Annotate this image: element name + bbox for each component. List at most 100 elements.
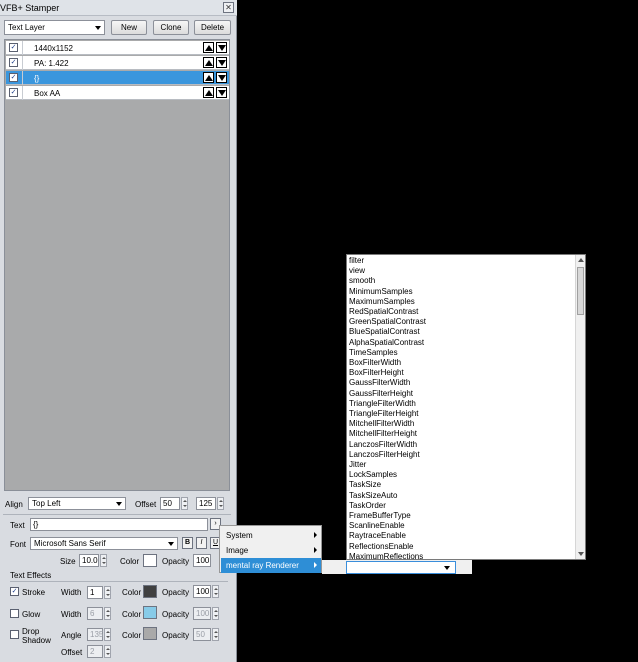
offset-x-input[interactable]: 50 xyxy=(160,497,180,510)
dropdown-item[interactable]: LockSamples xyxy=(349,470,397,479)
glow-color-swatch[interactable] xyxy=(143,606,157,619)
dropdown-item[interactable]: MaximumReflections xyxy=(349,552,423,559)
dropdown-item[interactable]: BoxFilterHeight xyxy=(349,368,404,377)
dropdown-item[interactable]: RaytraceEnable xyxy=(349,531,406,540)
angle-label: Angle xyxy=(61,631,82,640)
size-input[interactable]: 10.0 xyxy=(79,554,99,567)
drop-offset-spinner[interactable] xyxy=(104,645,111,658)
dropdown-item[interactable]: TriangleFilterHeight xyxy=(349,409,419,418)
drop-color-swatch[interactable] xyxy=(143,627,157,640)
stroke-width-spinner[interactable] xyxy=(104,586,111,599)
scroll-thumb[interactable] xyxy=(577,267,584,315)
move-down-button[interactable] xyxy=(216,42,227,53)
dropdown-item[interactable]: TaskSizeAuto xyxy=(349,491,397,500)
new-button[interactable]: New xyxy=(111,20,147,35)
dropdown-item[interactable]: GaussFilterWidth xyxy=(349,378,410,387)
size-spinner[interactable] xyxy=(100,554,107,567)
dropdown-item[interactable]: GaussFilterHeight xyxy=(349,389,413,398)
text-color-swatch[interactable] xyxy=(143,554,157,567)
text-opacity-input[interactable]: 100 xyxy=(193,554,211,567)
dropdown-item[interactable]: TimeSamples xyxy=(349,348,398,357)
dropdown-item[interactable]: ScanlineEnable xyxy=(349,521,405,530)
dropdown-item[interactable]: view xyxy=(349,266,365,275)
move-up-button[interactable] xyxy=(203,87,214,98)
drop-shadow-label-line2: Shadow xyxy=(22,636,51,645)
dropdown-item[interactable]: ReflectionsEnable xyxy=(349,542,413,551)
menu-item[interactable]: Image xyxy=(221,543,321,558)
dropdown-item[interactable]: TaskOrder xyxy=(349,501,386,510)
stroke-width-input[interactable]: 1 xyxy=(87,586,103,599)
angle-input[interactable]: 135 xyxy=(87,628,103,641)
dropdown-item[interactable]: MaximumSamples xyxy=(349,297,415,306)
chevron-down-icon xyxy=(444,566,450,570)
align-select[interactable]: Top Left xyxy=(28,497,126,510)
dropdown-item[interactable]: RedSpatialContrast xyxy=(349,307,418,316)
move-up-button[interactable] xyxy=(203,72,214,83)
scroll-up-icon[interactable] xyxy=(578,258,584,262)
dropdown-item[interactable]: TaskSize xyxy=(349,480,381,489)
italic-button[interactable]: I xyxy=(196,537,207,549)
dropdown-scrollbar[interactable] xyxy=(575,255,585,559)
layer-type-select[interactable]: Text Layer xyxy=(4,20,105,35)
menu-item[interactable]: mental ray Renderer xyxy=(221,558,321,573)
layer-visible-checkbox[interactable]: ✓ xyxy=(9,88,18,97)
scroll-down-icon[interactable] xyxy=(578,552,584,556)
menu-item[interactable]: System xyxy=(221,528,321,543)
move-up-button[interactable] xyxy=(203,57,214,68)
drop-offset-input[interactable]: 2 xyxy=(87,645,103,658)
offset-y-spinner[interactable] xyxy=(217,497,224,510)
layer-row[interactable]: ✓ Box AA xyxy=(6,86,229,100)
move-down-button[interactable] xyxy=(216,57,227,68)
offset-x-spinner[interactable] xyxy=(181,497,188,510)
dropdown-item[interactable]: MitchellFilterWidth xyxy=(349,419,414,428)
chevron-down-icon xyxy=(168,542,174,546)
drop-shadow-checkbox[interactable] xyxy=(10,630,19,639)
dropdown-item[interactable]: MinimumSamples xyxy=(349,287,413,296)
layer-row[interactable]: ✓ 1440x1152 xyxy=(6,41,229,55)
glow-width-input[interactable]: 6 xyxy=(87,607,103,620)
layer-row[interactable]: ✓ PA: 1.422 xyxy=(6,56,229,70)
dropdown-item[interactable]: TriangleFilterWidth xyxy=(349,399,416,408)
layer-row[interactable]: ✓ {} xyxy=(6,71,229,85)
layer-visible-checkbox[interactable]: ✓ xyxy=(9,58,18,67)
dropdown-item[interactable]: filter xyxy=(349,256,364,265)
angle-spinner[interactable] xyxy=(104,628,111,641)
drop-opacity-input[interactable]: 50 xyxy=(193,628,211,641)
dropdown-item[interactable]: LanczosFilterHeight xyxy=(349,450,420,459)
dropdown-item[interactable]: AlphaSpatialContrast xyxy=(349,338,424,347)
layer-visible-checkbox[interactable]: ✓ xyxy=(9,73,18,82)
offset-label: Offset xyxy=(135,500,157,509)
move-down-button[interactable] xyxy=(216,72,227,83)
dropdown-item[interactable]: smooth xyxy=(349,276,375,285)
dropdown-item[interactable]: MitchellFilterHeight xyxy=(349,429,417,438)
stroke-opacity-input[interactable]: 100 xyxy=(193,585,211,598)
dropdown-item[interactable]: BlueSpatialContrast xyxy=(349,327,420,336)
bold-button[interactable]: B xyxy=(182,537,193,549)
glow-opacity-input[interactable]: 100 xyxy=(193,607,211,620)
layer-visible-checkbox[interactable]: ✓ xyxy=(9,43,18,52)
glow-color-label: Color xyxy=(122,610,142,619)
text-input[interactable]: {} xyxy=(30,518,208,531)
dropdown-item[interactable]: GreenSpatialContrast xyxy=(349,317,426,326)
font-label: Font xyxy=(10,540,27,549)
font-select[interactable]: Microsoft Sans Serif xyxy=(30,537,178,550)
glow-width-spinner[interactable] xyxy=(104,607,111,620)
glow-opacity-spinner[interactable] xyxy=(212,607,219,620)
stroke-opacity-spinner[interactable] xyxy=(212,585,219,598)
close-icon[interactable]: ✕ xyxy=(223,2,234,13)
move-up-button[interactable] xyxy=(203,42,214,53)
drop-opacity-spinner[interactable] xyxy=(212,628,219,641)
delete-button[interactable]: Delete xyxy=(194,20,231,35)
stroke-color-swatch[interactable] xyxy=(143,585,157,598)
clone-button[interactable]: Clone xyxy=(153,20,189,35)
dropdown-item[interactable]: LanczosFilterWidth xyxy=(349,440,417,449)
dropdown-item[interactable]: BoxFilterWidth xyxy=(349,358,401,367)
dropdown-item[interactable]: Jitter xyxy=(349,460,366,469)
dropdown-item[interactable]: FrameBufferType xyxy=(349,511,411,520)
glow-checkbox[interactable] xyxy=(10,609,19,618)
offset-y-input[interactable]: 125 xyxy=(196,497,216,510)
stroke-checkbox[interactable]: ✓ xyxy=(10,587,19,596)
move-down-button[interactable] xyxy=(216,87,227,98)
menu-item-label: Image xyxy=(226,546,249,555)
property-select[interactable] xyxy=(346,561,456,574)
